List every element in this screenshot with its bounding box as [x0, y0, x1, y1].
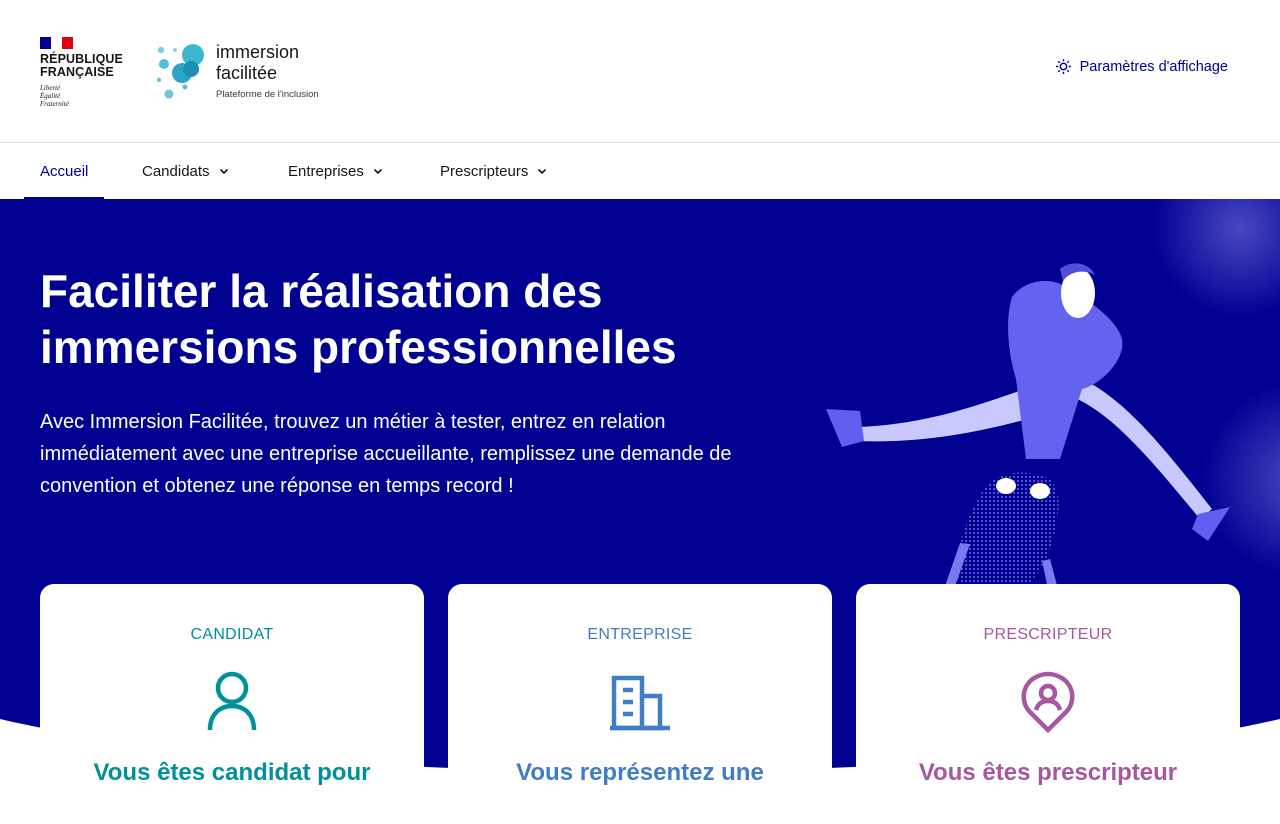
nav-item-entreprises[interactable]: Entreprises — [288, 143, 384, 199]
nav-item-label: Candidats — [142, 162, 210, 180]
chevron-down-icon — [538, 168, 547, 175]
nav-item-label: Accueil — [40, 162, 89, 180]
card-heading: Vous êtes candidat pour — [93, 759, 371, 786]
company-card[interactable]: ENTREPRISE Vous représentez une — [448, 584, 832, 824]
chevron-down-icon — [219, 168, 228, 175]
nav-item-prescripteurs[interactable]: Prescripteurs — [440, 143, 548, 199]
card-heading: Vous êtes prescripteur — [918, 759, 1178, 786]
nav-item-accueil[interactable]: Accueil — [23, 143, 105, 199]
sun-icon — [1055, 59, 1071, 74]
prescriber-card[interactable]: PRESCRIPTEUR Vous êtes prescripteur — [856, 584, 1240, 824]
card-heading: Vous représentez une — [516, 759, 764, 786]
display-settings-label: Paramètres d'affichage — [1079, 58, 1228, 75]
user-icon — [207, 671, 257, 731]
logo-subtitle: Plateforme de l'inclusion — [216, 89, 319, 100]
card-kicker: CANDIDAT — [190, 626, 274, 643]
leaping-person-illustration — [826, 263, 1230, 589]
nav-item-label: Prescripteurs — [440, 162, 529, 180]
main-navigation: Accueil Candidats Entreprises Prescripte… — [0, 143, 1280, 199]
candidate-card[interactable]: CANDIDAT Vous êtes candidat pour — [40, 584, 424, 824]
hero-description: Avec Immersion Facilitée, trouvez un mét… — [40, 411, 732, 497]
site-header: RÉPUBLIQUE FRANÇAISE Liberté Égalité Fra… — [0, 0, 1280, 143]
immersion-facilitee-logo[interactable]: immersion facilitée Plateforme de l'incl… — [155, 42, 335, 102]
nav-item-label: Entreprises — [288, 162, 364, 180]
display-settings-button[interactable]: Paramètres d'affichage — [1055, 58, 1228, 75]
building-icon — [610, 675, 670, 731]
french-flag-icon — [40, 37, 73, 49]
gov-motto: Liberté Égalité Fraternité — [40, 84, 69, 108]
card-kicker: ENTREPRISE — [587, 626, 693, 643]
map-pin-user-icon — [1021, 671, 1075, 734]
bubbles-logo-icon — [156, 44, 204, 99]
card-kicker: PRESCRIPTEUR — [983, 626, 1113, 643]
chevron-down-icon — [373, 168, 382, 175]
nav-item-candidats[interactable]: Candidats — [142, 143, 230, 199]
hero-title: Faciliter la réalisation des immersions … — [40, 265, 677, 373]
gov-name: RÉPUBLIQUE FRANÇAISE — [40, 52, 123, 79]
logo-title: immersion facilitée — [216, 42, 300, 83]
republique-francaise-logo[interactable]: RÉPUBLIQUE FRANÇAISE Liberté Égalité Fra… — [40, 37, 123, 108]
